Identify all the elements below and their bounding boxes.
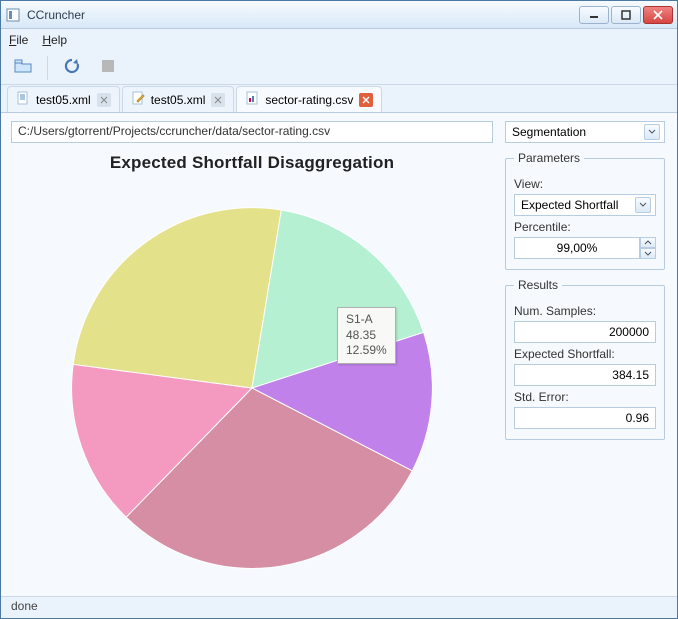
file-path-input[interactable]: C:/Users/gtorrent/Projects/ccruncher/dat… bbox=[11, 121, 493, 143]
maximize-button[interactable] bbox=[611, 6, 641, 24]
numsamples-label: Num. Samples: bbox=[514, 304, 656, 318]
tab-label: test05.xml bbox=[36, 93, 91, 107]
percentile-value[interactable]: 99,00% bbox=[514, 237, 640, 259]
es-label: Expected Shortfall: bbox=[514, 347, 656, 361]
folder-open-icon bbox=[13, 56, 33, 79]
percentile-label: Percentile: bbox=[514, 220, 656, 234]
app-window: CCruncher File Help test05.xml test05.xm… bbox=[0, 0, 678, 619]
pie-chart[interactable] bbox=[57, 193, 447, 583]
parameters-group: Parameters View: Expected Shortfall Perc… bbox=[505, 151, 665, 270]
numsamples-value: 200000 bbox=[514, 321, 656, 343]
tab-label: test05.xml bbox=[151, 93, 206, 107]
tab-label: sector-rating.csv bbox=[265, 93, 353, 107]
chevron-down-icon bbox=[635, 197, 651, 213]
tab-sector-rating[interactable]: sector-rating.csv bbox=[236, 86, 382, 112]
chevron-down-icon bbox=[644, 124, 660, 140]
tab-test05-1[interactable]: test05.xml bbox=[7, 86, 120, 112]
menu-help[interactable]: Help bbox=[42, 33, 67, 47]
document-icon bbox=[16, 91, 30, 108]
results-group: Results Num. Samples: 200000 Expected Sh… bbox=[505, 278, 665, 440]
tabbar: test05.xml test05.xml sector-rating.csv bbox=[1, 85, 677, 113]
window-title: CCruncher bbox=[27, 8, 85, 22]
chart-title: Expected Shortfall Disaggregation bbox=[11, 153, 493, 173]
view-select[interactable]: Expected Shortfall bbox=[514, 194, 656, 216]
minimize-button[interactable] bbox=[579, 6, 609, 24]
toolbar bbox=[1, 51, 677, 85]
results-legend: Results bbox=[514, 278, 562, 292]
tooltip-label: S1-A bbox=[346, 312, 387, 328]
tab-test05-2[interactable]: test05.xml bbox=[122, 86, 235, 112]
stderr-value: 0.96 bbox=[514, 407, 656, 429]
open-button[interactable] bbox=[9, 54, 37, 82]
segmentation-select[interactable]: Segmentation bbox=[505, 121, 665, 143]
view-label: View: bbox=[514, 177, 656, 191]
stop-icon bbox=[100, 58, 116, 77]
tab-close-icon[interactable] bbox=[97, 93, 111, 107]
titlebar: CCruncher bbox=[1, 1, 677, 29]
chart-area: Expected Shortfall Disaggregation S1-A 4… bbox=[11, 149, 493, 592]
refresh-button[interactable] bbox=[58, 54, 86, 82]
tab-close-icon[interactable] bbox=[211, 93, 225, 107]
es-value: 384.15 bbox=[514, 364, 656, 386]
app-icon bbox=[5, 7, 21, 23]
view-value: Expected Shortfall bbox=[521, 198, 618, 212]
chart-tooltip: S1-A 48.35 12.59% bbox=[337, 307, 396, 364]
close-button[interactable] bbox=[643, 6, 673, 24]
stderr-label: Std. Error: bbox=[514, 390, 656, 404]
refresh-icon bbox=[63, 57, 81, 78]
tooltip-value: 48.35 bbox=[346, 328, 387, 344]
menubar: File Help bbox=[1, 29, 677, 51]
tooltip-percent: 12.59% bbox=[346, 343, 387, 359]
status-bar: done bbox=[1, 596, 677, 618]
percentile-stepper[interactable]: 99,00% bbox=[514, 237, 656, 259]
tab-close-icon[interactable] bbox=[359, 93, 373, 107]
edit-document-icon bbox=[131, 91, 145, 108]
pie-slice[interactable] bbox=[73, 208, 281, 388]
stop-button[interactable] bbox=[94, 54, 122, 82]
menu-file[interactable]: File bbox=[9, 33, 28, 47]
spin-up-icon[interactable] bbox=[640, 237, 656, 248]
spin-down-icon[interactable] bbox=[640, 248, 656, 259]
parameters-legend: Parameters bbox=[514, 151, 584, 165]
chart-document-icon bbox=[245, 91, 259, 108]
segmentation-value: Segmentation bbox=[512, 125, 586, 139]
